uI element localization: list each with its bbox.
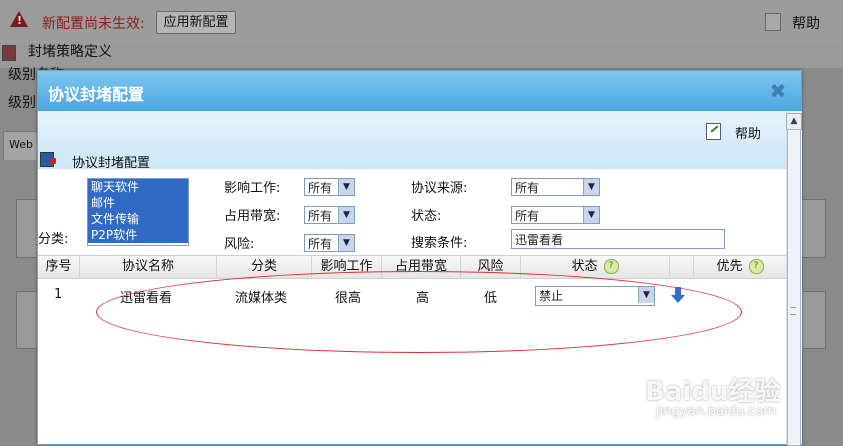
- scroll-thumb[interactable]: [787, 129, 801, 446]
- scroll-grip-icon: [790, 307, 796, 315]
- status-filter-value: 所有: [515, 209, 540, 223]
- background-panel: [800, 199, 826, 258]
- search-label: 搜索条件:: [411, 236, 468, 251]
- chevron-down-icon: ▼: [338, 179, 354, 195]
- chevron-down-icon: ▼: [338, 235, 354, 251]
- column-header-index: 序号: [38, 256, 80, 278]
- close-icon[interactable]: ✖: [769, 81, 787, 101]
- column-header-priority: 优先?: [694, 256, 786, 278]
- question-icon[interactable]: ?: [748, 259, 764, 274]
- risk-value: 所有: [308, 237, 333, 251]
- dialog-help-link[interactable]: 帮助: [735, 123, 761, 142]
- policy-title: 封堵策略定义: [28, 44, 112, 60]
- warning-text: 新配置尚未生效:: [42, 16, 145, 32]
- scroll-up-icon[interactable]: ▲: [786, 113, 802, 130]
- dialog-title: 协议封堵配置: [48, 85, 145, 104]
- bandwidth-select[interactable]: 所有 ▼: [304, 206, 355, 224]
- tab-web[interactable]: Web: [3, 131, 39, 160]
- risk-select[interactable]: 所有 ▼: [304, 234, 355, 252]
- category-option[interactable]: P2P软件: [88, 227, 188, 243]
- help-icon[interactable]: [765, 13, 781, 31]
- warning-icon: [10, 11, 28, 27]
- category-option[interactable]: 文件传输: [88, 211, 188, 227]
- watermark-logo: Baidu经验: [645, 377, 781, 407]
- dialog-titlebar: [38, 71, 801, 111]
- column-header-spacer: [670, 256, 694, 278]
- impact-value: 所有: [308, 181, 333, 195]
- source-label: 协议来源:: [411, 181, 468, 196]
- question-icon[interactable]: ?: [603, 259, 619, 274]
- category-option[interactable]: 邮件: [88, 195, 188, 211]
- apply-config-button[interactable]: 应用新配置: [156, 11, 236, 34]
- risk-label: 风险:: [224, 237, 255, 252]
- impact-select[interactable]: 所有 ▼: [304, 178, 355, 196]
- policy-icon: [2, 45, 16, 61]
- category-label: 分类:: [38, 232, 69, 247]
- chevron-down-icon: ▼: [583, 207, 599, 223]
- section-icon: [40, 152, 56, 167]
- status-filter-select[interactable]: 所有 ▼: [511, 206, 600, 224]
- status-header-label: 状态: [571, 259, 598, 274]
- help-edit-icon[interactable]: [706, 123, 721, 140]
- category-option[interactable]: 聊天软件: [88, 179, 188, 195]
- column-header-name: 协议名称: [80, 256, 217, 278]
- background-panel: [800, 291, 826, 349]
- bandwidth-label: 占用带宽:: [224, 209, 281, 224]
- search-input[interactable]: 迅雷看看: [511, 229, 725, 249]
- level-label: 级别: [8, 95, 36, 111]
- dialog-header-band: [38, 111, 786, 169]
- source-select[interactable]: 所有 ▼: [511, 178, 600, 196]
- help-link[interactable]: 帮助: [792, 13, 820, 33]
- bandwidth-value: 所有: [308, 209, 333, 223]
- chevron-down-icon: ▼: [338, 207, 354, 223]
- watermark-url: jingyan.baidu.com: [656, 404, 776, 419]
- status-filter-label: 状态:: [411, 209, 442, 224]
- row-index: 1: [54, 287, 63, 302]
- impact-label: 影响工作:: [224, 181, 281, 196]
- highlight-ellipse: [96, 271, 742, 353]
- priority-header-label: 优先: [716, 259, 743, 274]
- section-title: 协议封堵配置: [72, 156, 151, 171]
- category-listbox[interactable]: 聊天软件 邮件 文件传输 P2P软件 ▲ ▼: [87, 178, 189, 246]
- source-value: 所有: [515, 181, 540, 195]
- chevron-down-icon: ▼: [583, 179, 599, 195]
- policy-header: [0, 44, 843, 68]
